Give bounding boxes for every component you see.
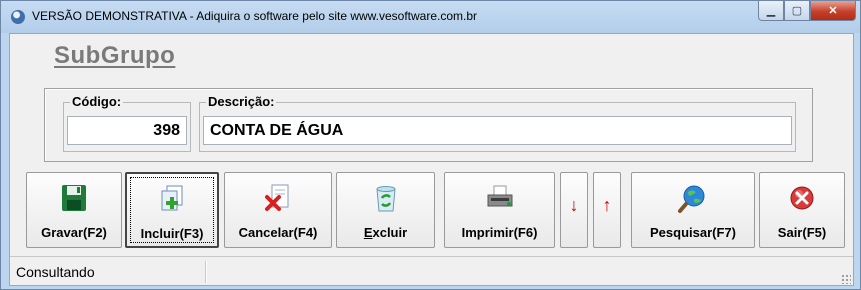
descricao-group: Descrição: CONTA DE ÁGUA (199, 94, 796, 152)
app-window: VERSÃO DEMONSTRATIVA - Adiquira o softwa… (0, 0, 861, 290)
exit-icon (790, 186, 814, 210)
descricao-field[interactable]: CONTA DE ÁGUA (203, 116, 792, 145)
excluir-label: Excluir (337, 225, 434, 240)
cancelar-label: Cancelar(F4) (238, 225, 318, 240)
cancelar-button[interactable]: Cancelar(F4) (224, 172, 332, 248)
fields-panel: Código: 398 Descrição: CONTA DE ÁGUA (44, 88, 813, 162)
save-icon (62, 185, 86, 211)
descricao-label: Descrição: (206, 94, 277, 109)
codigo-label: Código: (70, 94, 124, 109)
status-divider (205, 261, 206, 283)
pesquisar-label: Pesquisar(F7) (650, 225, 736, 240)
status-text: Consultando (16, 264, 95, 280)
minimize-button[interactable]: ▁ (758, 1, 784, 21)
close-icon: ✕ (828, 5, 838, 17)
add-document-icon (161, 185, 183, 211)
arrow-up-icon: ↑ (602, 195, 612, 215)
printer-icon (487, 185, 512, 207)
status-bar: Consultando (10, 256, 853, 286)
search-icon (678, 185, 705, 213)
incluir-label: Incluir(F3) (140, 226, 204, 241)
move-down-button[interactable]: ↓ (560, 172, 588, 248)
excluir-label-rest: xcluir (372, 225, 408, 240)
arrow-down-icon: ↓ (569, 195, 579, 215)
title-bar[interactable]: VERSÃO DEMONSTRATIVA - Adiquira o softwa… (1, 1, 860, 33)
imprimir-button[interactable]: Imprimir(F6) (444, 172, 555, 248)
sair-button[interactable]: Sair(F5) (759, 172, 845, 248)
gravar-button[interactable]: Gravar(F2) (26, 172, 122, 248)
form-client-area: SubGrupo Código: 398 Descrição: CONTA DE… (9, 33, 854, 286)
cancel-document-icon (265, 184, 289, 211)
incluir-button[interactable]: Incluir(F3) (125, 172, 219, 248)
resize-grip-icon[interactable] (841, 274, 851, 284)
sair-label: Sair(F5) (777, 225, 827, 240)
maximize-icon: ▢ (791, 5, 803, 17)
app-icon[interactable] (11, 10, 25, 24)
recycle-bin-icon (375, 186, 396, 212)
excluir-button[interactable]: Excluir (336, 172, 435, 248)
pesquisar-button[interactable]: Pesquisar(F7) (631, 172, 755, 248)
window-title: VERSÃO DEMONSTRATIVA - Adiquira o softwa… (32, 9, 478, 23)
page-title: SubGrupo (54, 42, 176, 69)
maximize-button[interactable]: ▢ (784, 1, 810, 21)
imprimir-label: Imprimir(F6) (461, 225, 538, 240)
codigo-group: Código: 398 (63, 94, 191, 152)
move-up-button[interactable]: ↑ (593, 172, 621, 248)
window-controls: ▁ ▢ ✕ (758, 1, 856, 23)
codigo-field[interactable]: 398 (67, 116, 187, 145)
minimize-icon: ▁ (766, 5, 776, 17)
close-button[interactable]: ✕ (810, 1, 856, 21)
gravar-label: Gravar(F2) (41, 225, 107, 240)
